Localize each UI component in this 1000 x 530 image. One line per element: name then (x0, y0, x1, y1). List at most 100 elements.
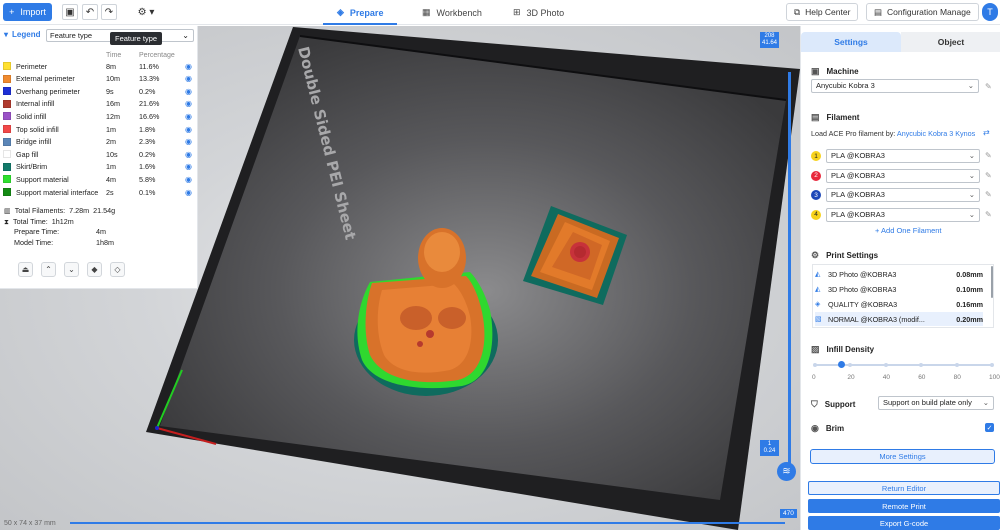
return-editor-button[interactable]: Return Editor (808, 481, 1000, 495)
eye-icon[interactable]: ◉ (185, 87, 192, 96)
machine-icon: ▣ (811, 66, 820, 76)
edit-machine-icon[interactable]: ✎ (985, 82, 992, 91)
redo-icon[interactable]: ↷ (101, 4, 117, 20)
tab-3d-photo[interactable]: ⊞ 3D Photo (513, 0, 564, 25)
solid-cube-icon[interactable]: ◆ (87, 262, 102, 277)
filament-slot-number: 2 (811, 170, 821, 181)
eye-icon[interactable]: ◉ (185, 175, 192, 184)
preset-row[interactable]: ▧ NORMAL @KOBRA3 (modif... 0.20mm (815, 312, 983, 326)
brim-section-title: ◉ Brim (811, 423, 844, 434)
load-ace-line: Load ACE Pro filament by: Anycubic Kobra… (811, 129, 975, 138)
import-button[interactable]: + Import (3, 3, 52, 21)
infill-title: Infill Density (826, 345, 875, 354)
eye-icon[interactable]: ◉ (185, 112, 192, 121)
preset-layer-height: 0.08mm (956, 269, 983, 279)
filament-select[interactable]: PLA @KOBRA3 ⌄ (826, 149, 980, 163)
add-filament-button[interactable]: + Add One Filament (875, 226, 942, 235)
move-slider-track[interactable] (70, 522, 785, 524)
export-gcode-button[interactable]: Export G-code (808, 516, 1000, 530)
top-layer-icon[interactable]: ⌃ (41, 262, 56, 277)
legend-toggle[interactable]: ▾ Legend (4, 30, 40, 39)
filament-value: PLA @KOBRA3 (831, 151, 885, 160)
remote-print-button[interactable]: Remote Print (808, 499, 1000, 513)
legend-row: External perimeter 10m 13.3% ◉ (3, 73, 193, 85)
load-ace-text: Load ACE Pro filament by: (811, 129, 896, 138)
preset-row[interactable]: ◈ QUALITY @KOBRA3 0.16mm (815, 297, 983, 311)
eye-icon[interactable]: ◉ (185, 62, 192, 71)
layer-slider-top-label[interactable]: 208 41.64 (760, 32, 779, 48)
support-select[interactable]: Support on build plate only ⌄ (878, 396, 994, 410)
legend-row: Top solid infill 1m 1.8% ◉ (3, 123, 193, 135)
machine-section-title: ▣ Machine (811, 66, 859, 77)
edit-filament-icon[interactable]: ✎ (985, 151, 992, 160)
config-icon: ▤ (874, 6, 883, 17)
move-slider-value[interactable]: 470 (780, 509, 797, 518)
hourglass-icon: ⧗ (4, 216, 10, 226)
grid-icon: ▦ (422, 7, 431, 17)
tab-workbench[interactable]: ▦ Workbench (422, 0, 482, 25)
layer-slider-bottom-label[interactable]: 1 0.24 (760, 440, 779, 456)
infill-slider-handle[interactable] (837, 361, 845, 368)
avatar[interactable]: T (982, 3, 998, 21)
nozzle-view-icon[interactable]: ⏏ (18, 262, 33, 277)
tab-object[interactable]: Object (901, 32, 1000, 52)
settings-dropdown-icon[interactable]: ⚙ ▾ (134, 4, 158, 20)
bottom-layer-icon[interactable]: ⌄ (64, 262, 79, 277)
legend-item-percentage: 5.8% (139, 174, 156, 184)
chevron-down-icon: ⌄ (968, 209, 975, 219)
wire-cube-icon[interactable]: ◇ (110, 262, 125, 277)
preset-scrollbar[interactable] (991, 266, 993, 298)
configuration-manage-button[interactable]: ▤ Configuration Manage (866, 3, 979, 21)
preset-icon: ◭ (815, 286, 821, 293)
preset-name: 3D Photo @KOBRA3 (828, 269, 897, 279)
eye-icon[interactable]: ◉ (185, 137, 192, 146)
legend-swatch (3, 150, 11, 159)
eye-icon[interactable]: ◉ (185, 99, 192, 108)
print-settings-title: Print Settings (826, 251, 879, 260)
support-value: Support on build plate only (883, 398, 972, 407)
filament-select[interactable]: PLA @KOBRA3 ⌄ (826, 168, 980, 183)
infill-tick-mark (813, 363, 817, 367)
eye-icon[interactable]: ◉ (185, 150, 192, 159)
legend-item-name: Skirt/Brim (16, 162, 48, 172)
undo-icon[interactable]: ↶ (82, 4, 98, 20)
preset-row[interactable]: ◭ 3D Photo @KOBRA3 0.10mm (815, 282, 983, 296)
ace-sync-icon[interactable]: ⇄ (983, 128, 990, 137)
brim-checkbox[interactable]: ✓ (985, 423, 994, 432)
eye-icon[interactable]: ◉ (185, 188, 192, 197)
legend-item-name: Top solid infill (16, 124, 59, 134)
legend-row: Solid infill 12m 16.6% ◉ (3, 110, 193, 122)
load-ace-link[interactable]: Anycubic Kobra 3 Kynos (897, 129, 975, 138)
infill-tick-label: 60 (918, 374, 926, 381)
support-icon: ⛉ (811, 399, 818, 409)
import-label: Import (20, 7, 46, 17)
preset-icon: ◈ (815, 301, 821, 308)
filament-select[interactable]: PLA @KOBRA3 ⌄ (826, 188, 980, 203)
layers-view-icon[interactable]: ≋ (777, 462, 796, 481)
tab-settings[interactable]: Settings (801, 32, 901, 52)
machine-select[interactable]: Anycubic Kobra 3 ⌄ (811, 79, 979, 93)
edit-filament-icon[interactable]: ✎ (985, 190, 992, 199)
preset-row[interactable]: ◭ 3D Photo @KOBRA3 0.08mm (815, 267, 983, 281)
legend-row: Skirt/Brim 1m 1.6% ◉ (3, 161, 193, 173)
tab-prepare[interactable]: ◈ Prepare (322, 0, 399, 25)
edit-filament-icon[interactable]: ✎ (985, 171, 992, 180)
legend-item-percentage: 1.6% (139, 162, 156, 172)
legend-swatch (3, 162, 11, 171)
more-settings-button[interactable]: More Settings (810, 449, 995, 464)
eye-icon[interactable]: ◉ (185, 125, 192, 134)
eye-icon[interactable]: ◉ (185, 74, 192, 83)
edit-filament-icon[interactable]: ✎ (985, 210, 992, 219)
filament-value: PLA @KOBRA3 (831, 190, 885, 200)
preset-name: 3D Photo @KOBRA3 (828, 284, 897, 294)
legend-swatch (3, 137, 11, 146)
legend-item-percentage: 21.6% (139, 99, 160, 109)
eye-icon[interactable]: ◉ (185, 162, 192, 171)
help-center-button[interactable]: ⧉ Help Center (786, 3, 859, 21)
layer-slider-track[interactable] (788, 72, 791, 472)
infill-tick-mark (883, 363, 888, 367)
save-icon[interactable]: ▣ (62, 4, 78, 20)
infill-tick-mark (954, 363, 959, 367)
legend-item-name: Solid infill (16, 111, 47, 121)
filament-select[interactable]: PLA @KOBRA3 ⌄ (826, 207, 980, 222)
